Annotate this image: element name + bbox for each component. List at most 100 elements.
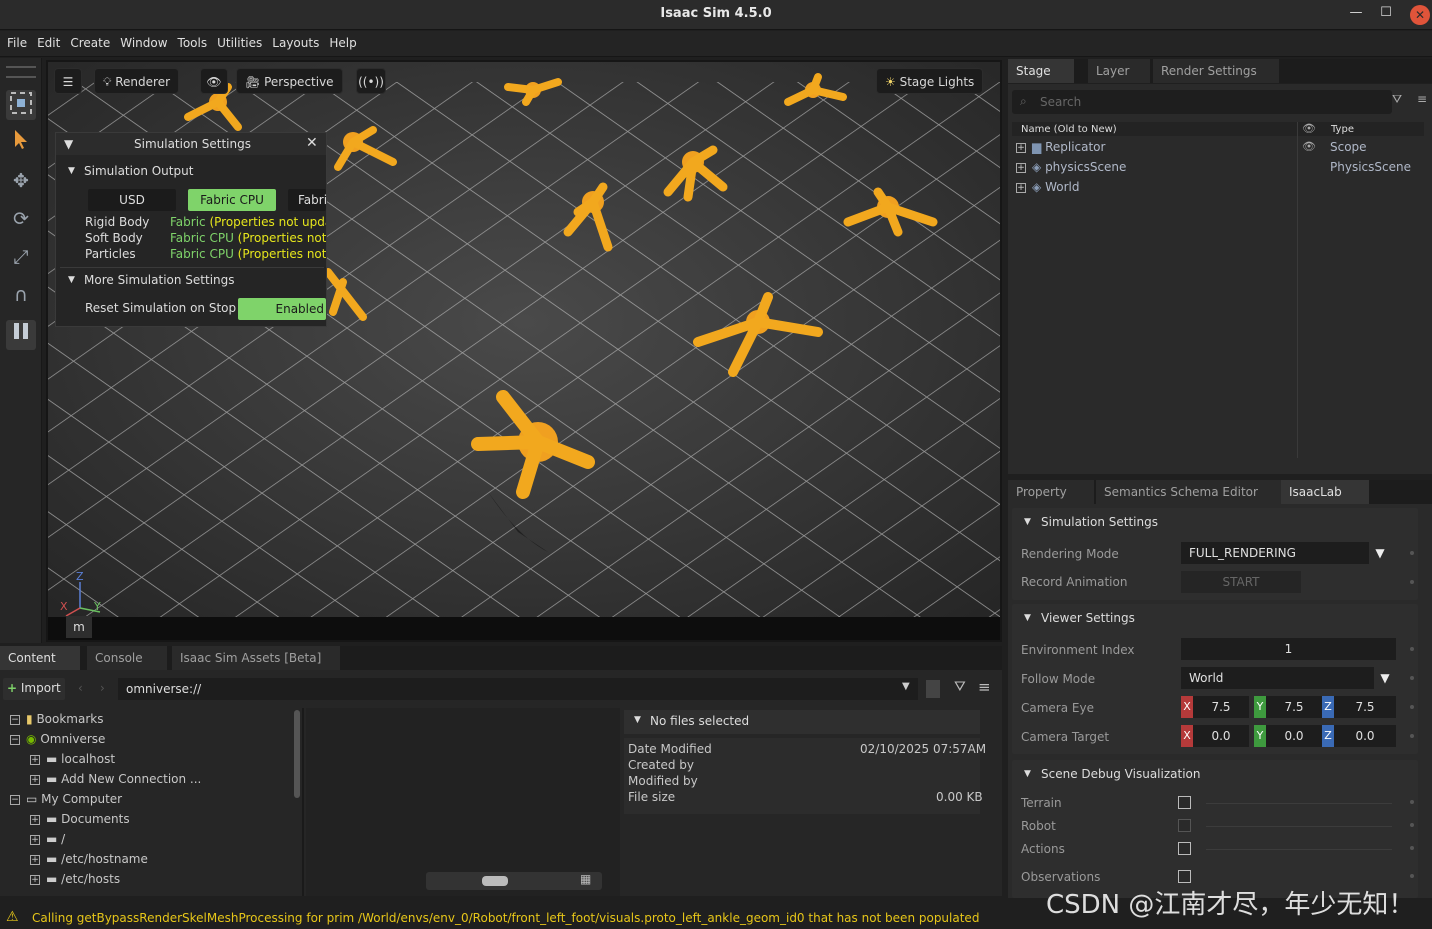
collapse-triangle-icon[interactable]: ▼: [64, 137, 73, 151]
drive-icon: ▬: [46, 872, 58, 886]
reset-on-stop-toggle[interactable]: Enabled: [238, 298, 326, 320]
tab-semantics-schema-editor[interactable]: Semantics Schema Editor: [1096, 480, 1284, 504]
collapse-triangle-icon[interactable]: ▼: [634, 715, 641, 725]
renderer-button[interactable]: 💡︎ Renderer: [94, 68, 180, 94]
section-triangle-icon[interactable]: ▼: [68, 166, 75, 176]
camera-eye-x[interactable]: 7.5: [1193, 696, 1249, 718]
broadcast-icon[interactable]: ((•)): [356, 68, 386, 94]
scrollbar[interactable]: [294, 710, 300, 798]
fabric-gpu-button[interactable]: Fabri: [288, 189, 326, 211]
collapse-triangle-icon[interactable]: ▼: [1024, 517, 1031, 527]
move-icon[interactable]: ✥: [6, 166, 36, 196]
more-settings-section[interactable]: More Simulation Settings: [84, 273, 235, 287]
menu-create[interactable]: Create: [63, 31, 113, 50]
settings-sliders-icon[interactable]: ☰: [54, 68, 82, 94]
camera-eye-z[interactable]: 7.5: [1334, 696, 1396, 718]
camera-target-z[interactable]: 0.0: [1334, 725, 1396, 747]
camera-eye-y[interactable]: 7.5: [1266, 696, 1322, 718]
tab-content[interactable]: Content: [0, 646, 80, 670]
tab-console[interactable]: Console: [87, 646, 167, 670]
menu-edit[interactable]: Edit: [30, 31, 63, 50]
camera-target-y[interactable]: 0.0: [1266, 725, 1322, 747]
tree-item-root[interactable]: + ▬ /: [30, 832, 65, 846]
filter-icon[interactable]: ⛛: [954, 679, 966, 695]
stage-item-replicator[interactable]: + ▆ Replicator: [1016, 140, 1105, 154]
reset-dot: [1410, 734, 1414, 738]
menu-utilities[interactable]: Utilities: [210, 31, 265, 50]
stage-item-physicsscene[interactable]: + ◈ physicsScene: [1016, 160, 1126, 174]
menu-window[interactable]: Window: [113, 31, 170, 50]
observations-checkbox[interactable]: [1178, 870, 1191, 883]
collapse-triangle-icon[interactable]: ▼: [1024, 769, 1031, 779]
pause-icon[interactable]: [6, 320, 36, 350]
back-icon[interactable]: ‹: [78, 681, 83, 695]
close-button[interactable]: ✕: [1410, 5, 1430, 25]
camera-target-x[interactable]: 0.0: [1193, 725, 1249, 747]
tree-item-omniverse[interactable]: − ◉ Omniverse: [10, 732, 105, 746]
maximize-button[interactable]: ☐: [1375, 5, 1397, 25]
minimize-button[interactable]: —: [1345, 5, 1367, 25]
filter-icon[interactable]: ⛛: [1392, 92, 1402, 107]
menu-layouts[interactable]: Layouts: [265, 31, 322, 50]
status-message[interactable]: Calling getBypassRenderSkelMeshProcessin…: [32, 911, 979, 925]
grid-view-icon[interactable]: ▦: [580, 872, 591, 886]
tab-stage[interactable]: Stage: [1008, 59, 1074, 83]
slider-handle[interactable]: [482, 876, 508, 886]
fabric-cpu-button[interactable]: Fabric CPU: [188, 189, 276, 211]
tree-item-localhost[interactable]: + ▬ localhost: [30, 752, 115, 766]
section-triangle-icon[interactable]: ▼: [68, 275, 75, 285]
actions-checkbox[interactable]: [1178, 842, 1191, 855]
column-name[interactable]: Name (Old to New): [1021, 124, 1117, 135]
simulation-output-section[interactable]: Simulation Output: [84, 164, 193, 178]
visibility-icon[interactable]: 👁︎: [1302, 140, 1316, 153]
record-start-button[interactable]: START: [1181, 571, 1301, 593]
tree-item-documents[interactable]: + ▬ Documents: [30, 812, 130, 826]
import-button[interactable]: + Import: [3, 678, 65, 700]
robot-checkbox[interactable]: [1178, 819, 1191, 832]
tree-item-my-computer[interactable]: − ▭ My Computer: [10, 792, 122, 806]
bookmark-icon[interactable]: [926, 680, 940, 698]
column-type[interactable]: Type: [1331, 124, 1354, 135]
menu-icon[interactable]: ≡: [978, 678, 991, 696]
chevron-down-icon[interactable]: ▼: [902, 681, 910, 692]
tab-render-settings[interactable]: Render Settings: [1153, 59, 1279, 83]
scale-icon[interactable]: ⤢: [6, 242, 36, 272]
camera-button[interactable]: 🎥︎ Perspective: [236, 68, 343, 94]
tab-isaaclab[interactable]: IsaacLab: [1281, 480, 1369, 504]
zoom-slider[interactable]: [426, 872, 602, 890]
tab-layer[interactable]: Layer: [1088, 59, 1150, 83]
rotate-icon[interactable]: ⟳: [6, 204, 36, 234]
forward-icon[interactable]: ›: [100, 681, 105, 695]
terrain-checkbox[interactable]: [1178, 796, 1191, 809]
eye-icon[interactable]: 👁︎: [200, 68, 228, 94]
menu-help[interactable]: Help: [322, 31, 359, 50]
tree-item-bookmarks[interactable]: − ▮ Bookmarks: [10, 712, 103, 726]
close-icon[interactable]: ✕: [306, 135, 318, 151]
env-index-field[interactable]: 1: [1181, 638, 1396, 660]
select-arrow-icon[interactable]: [6, 128, 36, 158]
menu-file[interactable]: File: [0, 31, 30, 50]
path-input[interactable]: omniverse://: [118, 678, 918, 700]
menu-icon[interactable]: ≡: [1417, 92, 1427, 106]
collapse-triangle-icon[interactable]: ▼: [1024, 613, 1031, 623]
cube-icon: ◈: [1032, 160, 1042, 174]
tree-item-etc-hostname[interactable]: + ▬ /etc/hostname: [30, 852, 148, 866]
stage-lights-button[interactable]: ☀ Stage Lights: [876, 68, 984, 94]
section-title[interactable]: Viewer Settings: [1041, 611, 1135, 625]
rendering-mode-select[interactable]: FULL_RENDERING ▼: [1181, 542, 1391, 564]
select-mode-icon[interactable]: [6, 90, 36, 120]
stage-item-world[interactable]: + ◈ World: [1016, 180, 1079, 194]
soft-body-label: Soft Body: [85, 231, 143, 245]
stage-search-input[interactable]: ⌕ Search: [1012, 90, 1392, 114]
section-title[interactable]: Simulation Settings: [1041, 515, 1158, 529]
section-title[interactable]: Scene Debug Visualization: [1041, 767, 1200, 781]
tree-item-add-connection[interactable]: + ▬ Add New Connection ...: [30, 772, 201, 786]
usd-button[interactable]: USD: [88, 189, 176, 211]
camera-eye-label: Camera Eye: [1021, 701, 1094, 715]
tab-isaac-sim-assets[interactable]: Isaac Sim Assets [Beta]: [172, 646, 340, 670]
tree-item-etc-hosts[interactable]: + ▬ /etc/hosts: [30, 872, 120, 886]
menu-tools[interactable]: Tools: [171, 31, 211, 50]
follow-mode-select[interactable]: World ▼: [1181, 667, 1396, 689]
tab-property[interactable]: Property: [1008, 480, 1094, 504]
snap-magnet-icon[interactable]: ∩: [6, 280, 36, 310]
